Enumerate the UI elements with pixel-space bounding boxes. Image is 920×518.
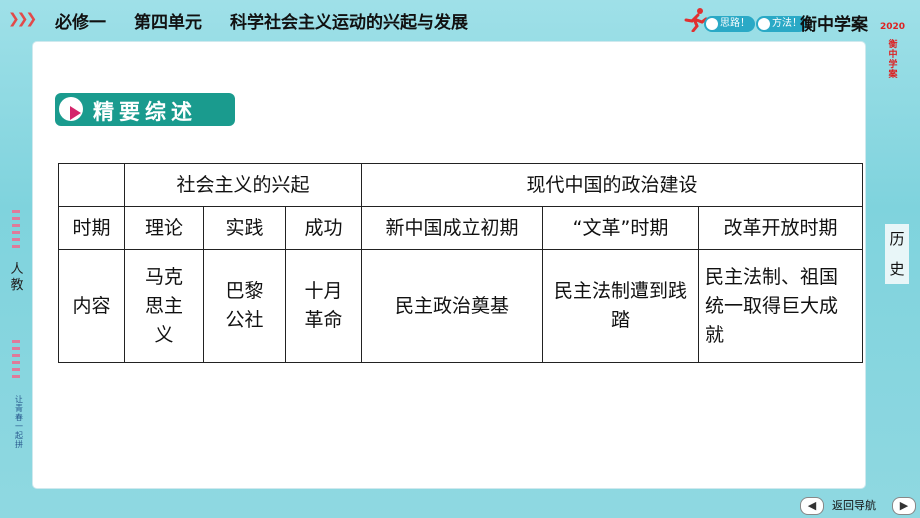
slogan-pill-1: 思路！	[704, 16, 755, 32]
table-cell: 民主法制遭到践踏	[542, 249, 700, 363]
check-icon	[706, 18, 718, 30]
chevrons-icon: ❯❯❯	[8, 11, 37, 27]
column-header: 成功	[284, 206, 363, 250]
column-header: 理论	[124, 206, 204, 250]
brand-logo: 衡中学案	[800, 15, 868, 35]
section-title-bar: 精要综述	[55, 93, 235, 126]
play-icon	[59, 97, 83, 121]
slogan-2-text: 方法！	[772, 18, 802, 29]
table-cell: 内容	[58, 249, 125, 363]
table-row: 社会主义的兴起 现代中国的政治建设	[58, 163, 864, 207]
group-header: 现代中国的政治建设	[361, 163, 864, 207]
left-slogan: 让青春一起拼	[15, 395, 23, 449]
table-cell: 十月革命	[284, 249, 363, 363]
year-badge: 2020	[880, 22, 906, 32]
right-vertical-text: 衡中学案	[888, 40, 898, 80]
summary-table: 社会主义的兴起 现代中国的政治建设 时期 理论 实践 成功 新中国成立初期 “文…	[58, 163, 864, 363]
slogan-1-text: 思路！	[720, 18, 750, 29]
check-icon	[758, 18, 770, 30]
brand-area: 思路！ 方法！ 衡中学案 2020	[672, 4, 920, 36]
edition-label: 人教	[10, 262, 24, 293]
unit-label: 第四单元	[134, 13, 202, 33]
table-cell: 马克思主义	[124, 249, 204, 363]
table-cell: 民主法制、祖国统一取得巨大成就	[698, 249, 864, 363]
section-title: 精要综述	[93, 100, 197, 124]
header-bar: ❯❯❯ 必修一 第四单元 科学社会主义运动的兴起与发展 思路！ 方法！ 衡中学案…	[0, 0, 920, 40]
nav-next-button[interactable]: ▶	[892, 497, 916, 515]
column-header: 改革开放时期	[698, 206, 864, 250]
column-header: 新中国成立初期	[361, 206, 544, 250]
table-row: 时期 理论 实践 成功 新中国成立初期 “文革”时期 改革开放时期	[58, 206, 864, 250]
subject-label: 历史	[885, 224, 909, 284]
table-cell-empty	[58, 163, 125, 207]
column-header: 实践	[203, 206, 286, 250]
column-header: 时期	[58, 206, 125, 250]
column-header: “文革”时期	[542, 206, 700, 250]
left-decoration	[12, 340, 20, 380]
course-label: 必修一	[55, 13, 106, 33]
topic-title: 科学社会主义运动的兴起与发展	[230, 13, 468, 33]
table-cell: 民主政治奠基	[361, 249, 544, 363]
table-cell: 巴黎公社	[203, 249, 286, 363]
nav-prev-button[interactable]: ◀	[800, 497, 824, 515]
back-nav-link[interactable]: 返回导航	[832, 497, 876, 513]
group-header: 社会主义的兴起	[123, 163, 363, 207]
table-row: 内容 马克思主义 巴黎公社 十月革命 民主政治奠基 民主法制遭到践踏 民主法制、…	[58, 249, 864, 363]
left-decoration	[12, 210, 20, 250]
